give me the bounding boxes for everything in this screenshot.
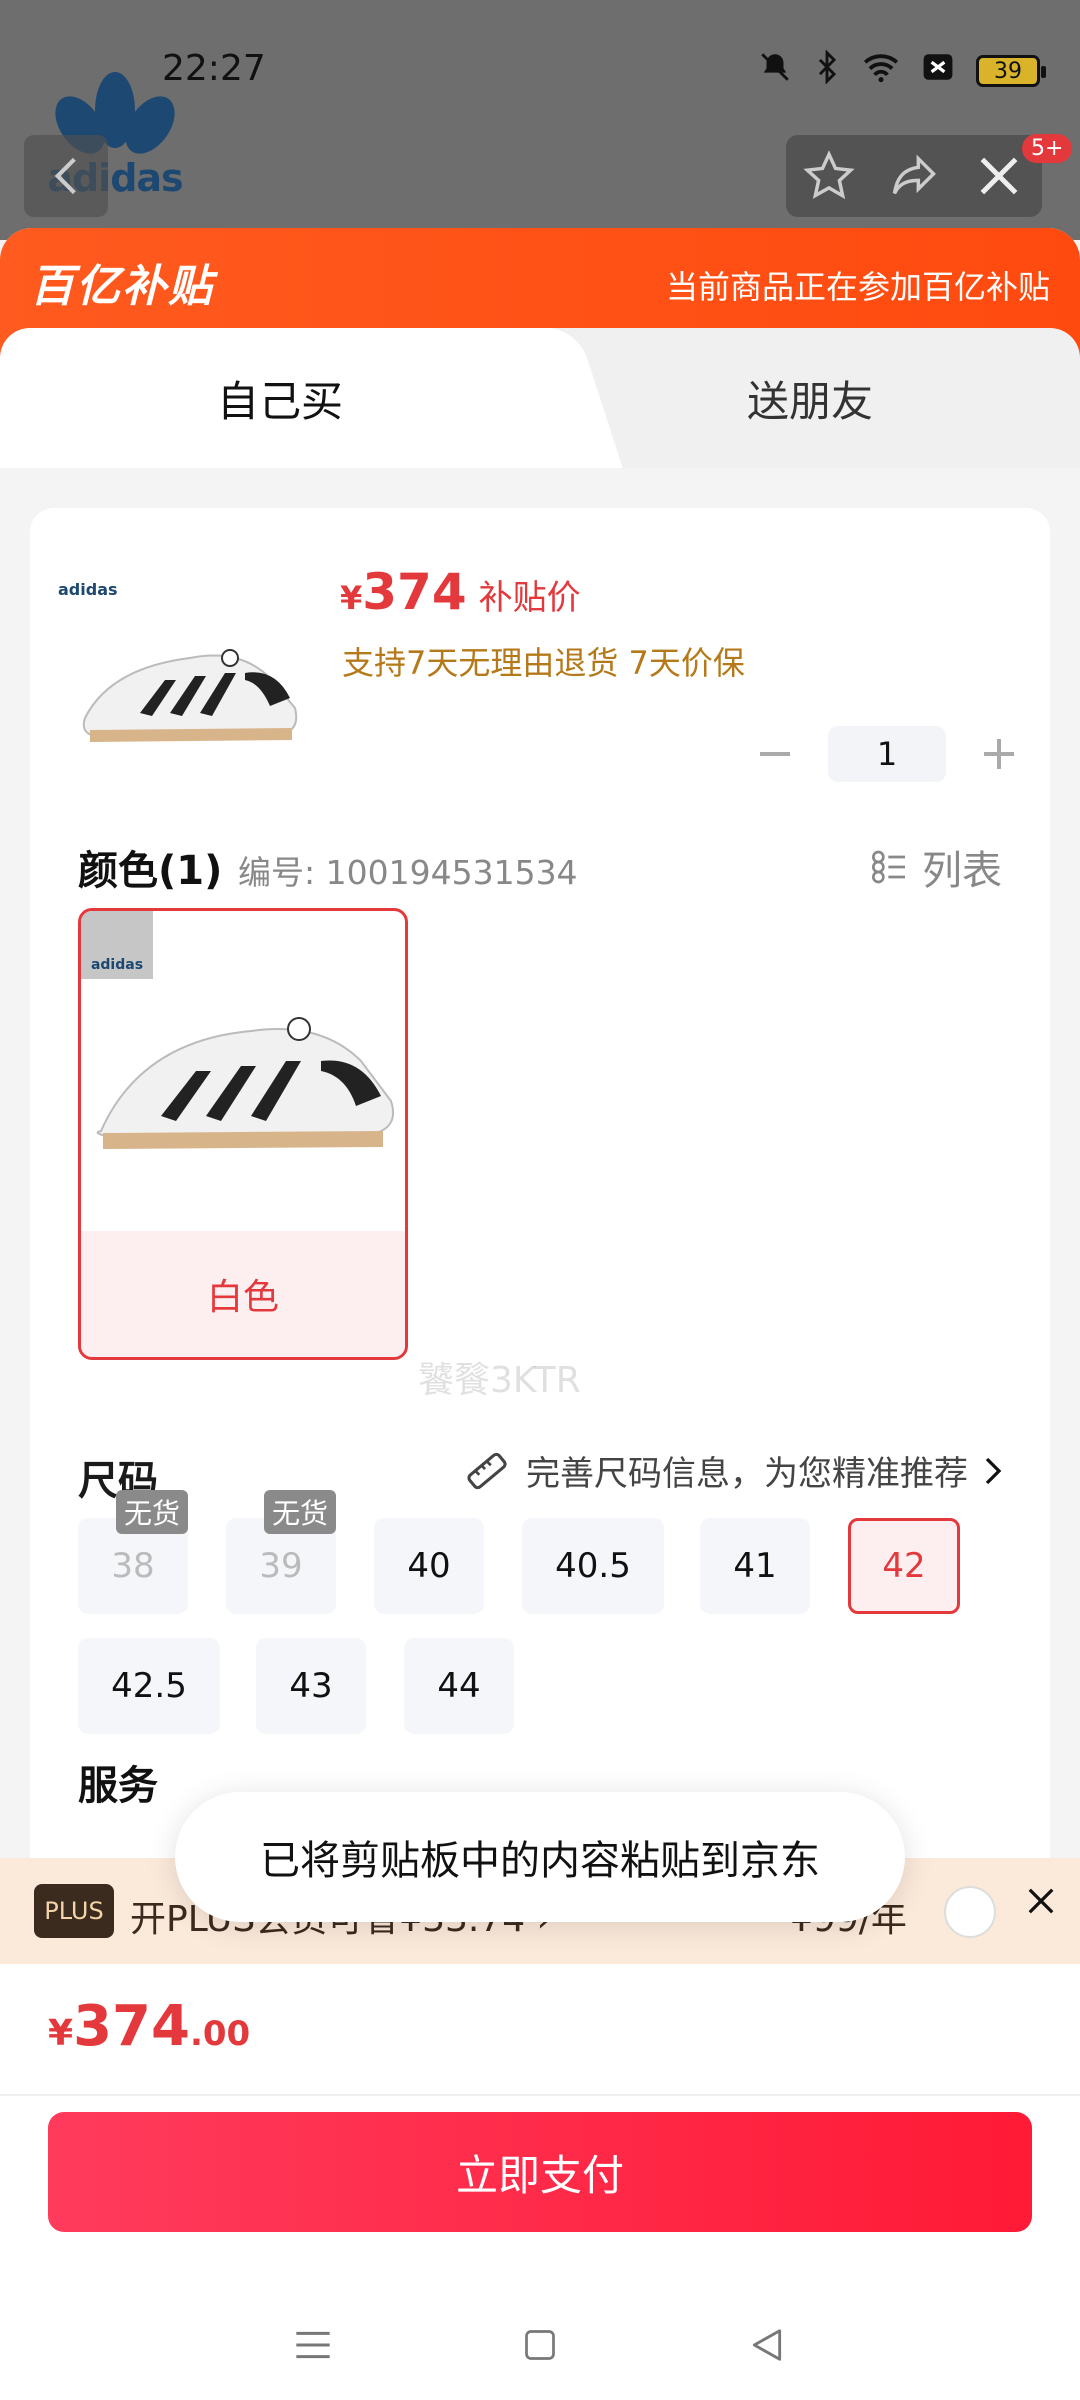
battery-icon: 39 <box>976 55 1046 87</box>
list-view-toggle[interactable]: 列表 <box>870 838 1002 896</box>
tab-buy-self-label: 自己买 <box>216 376 343 426</box>
soldout-tag: 无货 <box>116 1490 188 1534</box>
price-currency: ¥ <box>340 579 363 617</box>
divider <box>0 2094 1080 2096</box>
chevron-left-icon <box>54 157 76 195</box>
quantity-input[interactable]: 1 <box>828 726 946 782</box>
size-option-42-5[interactable]: 42.5 <box>78 1638 220 1734</box>
soldout-tag: 无货 <box>264 1490 336 1534</box>
size-option-label: 44 <box>437 1666 481 1706</box>
sim-icon <box>922 51 954 91</box>
size-option-39[interactable]: 无货 39 <box>226 1490 336 1614</box>
size-option-label: 41 <box>733 1546 777 1586</box>
home-nav-button[interactable] <box>510 2315 570 2375</box>
plus-icon <box>984 739 1014 769</box>
back-button[interactable] <box>24 135 108 217</box>
subsidy-text: 当前商品正在参加百亿补贴 <box>665 268 1050 306</box>
size-option-label: 38 <box>111 1546 155 1586</box>
status-icons: 39 <box>758 49 1046 92</box>
menu-nav-button[interactable] <box>283 2315 343 2375</box>
purchase-tabs: 送朋友 自己买 <box>0 328 1080 468</box>
color-option-white[interactable]: adidas 白色 <box>78 908 408 1360</box>
minus-icon <box>760 752 790 756</box>
service-section-title: 服务 <box>78 1763 158 1809</box>
total-integer: 374 <box>73 1994 190 2059</box>
menu-icon <box>296 2331 330 2359</box>
watermark: 饕餮3KTR <box>418 1360 581 1401</box>
plus-close-button[interactable] <box>1026 1880 1056 1926</box>
size-option-label: 39 <box>259 1546 303 1586</box>
total-decimal: .00 <box>189 2014 251 2054</box>
size-recommendation-link[interactable]: 完善尺码信息，为您精准推荐 <box>464 1446 1002 1495</box>
price-tag: 补贴价 <box>478 578 581 618</box>
close-icon <box>1028 1888 1054 1914</box>
plus-select-radio[interactable] <box>944 1886 996 1938</box>
plus-badge: PLUS <box>34 1884 114 1938</box>
quantity-stepper: 1 <box>750 726 1024 782</box>
home-square-icon <box>525 2330 555 2360</box>
total-currency: ¥ <box>48 2013 74 2054</box>
bluetooth-icon <box>814 49 840 92</box>
size-option-42[interactable]: 42 <box>848 1518 960 1614</box>
thumbnail-brand: adidas <box>58 580 118 599</box>
product-options-card: adidas ¥ 374 补贴价 支持7天无理由退货 7天价保 1 颜色(1) … <box>30 508 1050 2008</box>
size-option-label: 40.5 <box>555 1546 631 1586</box>
star-icon <box>802 150 855 200</box>
size-option-label: 42.5 <box>111 1666 187 1706</box>
total-price: ¥ 374 .00 <box>48 1994 250 2059</box>
favorite-button[interactable] <box>794 141 864 211</box>
chevron-right-icon <box>985 1457 1002 1484</box>
list-toggle-label: 列表 <box>922 848 1002 894</box>
size-option-43[interactable]: 43 <box>256 1638 366 1734</box>
action-bar <box>786 135 1042 217</box>
size-option-40-5[interactable]: 40.5 <box>522 1518 664 1614</box>
close-icon <box>980 157 1018 195</box>
tab-buy-self[interactable]: 自己买 <box>0 328 560 468</box>
pay-now-button[interactable]: 立即支付 <box>48 2112 1032 2232</box>
size-option-label: 40 <box>407 1546 451 1586</box>
size-option-label: 43 <box>289 1666 333 1706</box>
size-option-44[interactable]: 44 <box>404 1638 514 1734</box>
item-number: 编号: 100194531534 <box>238 853 578 892</box>
ruler-icon <box>467 1452 507 1489</box>
back-nav-button[interactable] <box>737 2315 797 2375</box>
price-value: 374 <box>362 563 467 621</box>
service-guarantee: 支持7天无理由退货 7天价保 <box>342 644 745 682</box>
system-nav-bar <box>0 2290 1080 2400</box>
subsidy-price: ¥ 374 补贴价 <box>340 563 581 621</box>
color-option-brand: adidas <box>81 911 153 979</box>
share-button[interactable] <box>879 141 949 211</box>
wifi-icon <box>862 51 900 91</box>
share-icon <box>892 154 936 195</box>
notification-badge: 5+ <box>1022 134 1073 163</box>
decrease-quantity-button[interactable] <box>750 729 800 779</box>
list-icon <box>872 850 905 884</box>
subsidy-logo: 百亿补贴 <box>30 261 214 312</box>
size-option-40[interactable]: 40 <box>374 1518 484 1614</box>
size-option-label: 42 <box>882 1546 926 1586</box>
size-tip-text: 完善尺码信息，为您精准推荐 <box>526 1454 968 1494</box>
back-triangle-icon <box>752 2329 781 2361</box>
clipboard-toast: 已将剪贴板中的内容粘贴到京东 <box>175 1792 905 1922</box>
color-section-title: 颜色(1) <box>78 848 223 894</box>
mute-icon <box>758 50 792 92</box>
increase-quantity-button[interactable] <box>974 729 1024 779</box>
size-option-41[interactable]: 41 <box>700 1518 810 1614</box>
color-option-label: 白色 <box>81 1231 405 1357</box>
size-option-38[interactable]: 无货 38 <box>78 1490 188 1614</box>
